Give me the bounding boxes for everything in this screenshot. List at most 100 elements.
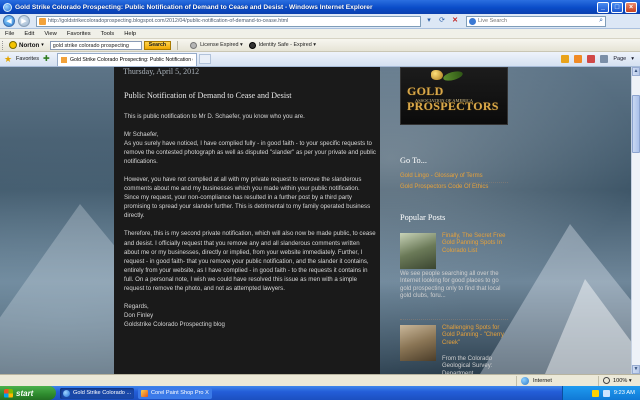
menu-help[interactable]: Help [119,31,141,37]
gold-nugget-icon [431,70,443,80]
toolbar-grip[interactable] [2,40,5,50]
post-paragraph: Regards, Don Finley Goldstrike Colorado … [124,302,225,328]
popular-posts-heading: Popular Posts [400,213,446,222]
chevron-down-icon[interactable]: ▾ [41,42,44,48]
zoom-control[interactable]: 100% ▾ [598,375,640,386]
page-menu-chevron-icon[interactable]: ▾ [631,56,634,62]
taskbar-item-ie[interactable]: Gold Strike Colorado ... [60,387,134,399]
license-label: License Expired [200,42,239,48]
zone-label: Internet [533,377,552,384]
minimize-button[interactable]: _ [597,1,609,13]
live-search-box[interactable]: ⌕ [466,15,606,27]
link-gold-lingo[interactable]: Gold Lingo - Glossary of Terms [400,173,483,179]
clock[interactable]: 9:23 AM [614,390,635,396]
post-paragraph: Mr Schaefer, As you surely have noticed,… [124,131,376,166]
address-url[interactable]: http://goldstrikecoloradoprospecting.blo… [48,18,288,24]
popular-post-excerpt: We see people searching all over the Int… [400,271,501,300]
post-paragraph: However, you have not complied at all wi… [124,176,371,220]
window-titlebar: Gold Strike Colorado Prospecting: Public… [0,0,640,14]
maximize-button[interactable]: □ [611,1,623,13]
popular-post-title[interactable]: Finally, The Secret Free Gold Panning Sp… [442,233,508,255]
live-search-input[interactable] [478,18,588,24]
menu-view[interactable]: View [39,31,61,37]
scroll-thumb[interactable] [632,95,640,153]
taskbar-item-label: Corel Paint Shop Pro X [151,390,209,396]
license-icon [190,41,198,49]
mail-icon[interactable] [587,55,596,63]
paint-shop-icon [141,389,148,397]
browser-tab[interactable]: Gold Strike Colorado Prospecting: Public… [57,52,198,66]
window-controls: _ □ × [597,1,637,13]
menu-file[interactable]: File [0,31,19,37]
back-button[interactable]: ◀ [3,15,15,27]
link-code-of-ethics[interactable]: Gold Prospectors Code Of Ethics [400,184,488,190]
taskbar-item-paintshop[interactable]: Corel Paint Shop Pro X [138,387,212,399]
start-label: start [16,388,34,398]
leaf-icon [442,69,464,83]
refresh-icon[interactable]: ⟳ [437,16,447,26]
stop-icon[interactable]: ✕ [450,16,460,26]
norton-toolbar: Norton ▾ gold strike colorado prospectin… [0,39,640,52]
windows-taskbar: start Gold Strike Colorado ... Corel Pai… [0,386,640,400]
forward-button[interactable]: ▶ [18,15,30,27]
print-icon[interactable] [600,55,609,63]
post-thumbnail[interactable] [400,325,436,361]
blog-post: Thursday, April 5, 2012 Public Notificat… [114,67,380,374]
close-button[interactable]: × [625,1,637,13]
norton-brand[interactable]: Norton [9,41,39,49]
window-title: Gold Strike Colorado Prospecting: Public… [15,3,373,11]
popular-post-excerpt: From the Colorado Geological Survey: Dep… [442,356,493,374]
post-title[interactable]: Public Notification of Demand to Cease a… [124,91,292,100]
page-scrollbar[interactable]: ▲ ▼ [631,67,640,374]
scroll-up-arrow-icon[interactable]: ▲ [632,67,640,76]
zoom-level: 100% [613,377,628,384]
divider [400,182,508,183]
dropdown-arrow-icon[interactable]: ▾ [424,16,434,26]
blog-sidebar: GOLD PROSPECTORS ASSOCIATION OF AMERICA … [386,67,516,374]
system-tray: 9:23 AM [562,386,640,400]
favorites-star-icon[interactable]: ★ [4,54,13,64]
scroll-down-arrow-icon[interactable]: ▼ [632,365,640,374]
norton-search-input[interactable]: gold strike colorado prospecting [49,40,142,50]
identity-safe-icon [248,41,256,49]
favorites-bar: ★ Favorites ✚ Gold Strike Colorado Prosp… [0,52,640,67]
menu-tools[interactable]: Tools [96,31,120,37]
norton-icon [9,41,17,49]
norton-search-button[interactable]: Search [143,40,172,50]
popular-post-title[interactable]: Challenging Spots for Gold Panning - "Ch… [442,325,508,347]
security-zone: Internet [516,375,598,386]
network-tray-icon[interactable] [602,389,610,397]
page-icon [39,17,46,25]
menu-edit[interactable]: Edit [19,31,39,37]
new-tab-button[interactable] [199,54,212,64]
post-thumbnail[interactable] [400,233,436,269]
favorites-button[interactable]: Favorites [16,56,39,62]
identity-safe-item[interactable]: Identity Safe - Expired ▾ [248,41,316,49]
status-bar: Internet 100% ▾ [0,374,640,386]
tab-page-icon [61,56,68,63]
toolbar-divider [177,40,179,50]
address-bar[interactable]: http://goldstrikecoloradoprospecting.blo… [36,15,421,27]
taskbar-item-label: Gold Strike Colorado ... [73,390,132,396]
norton-tray-icon[interactable] [591,389,599,397]
post-body: This is public notification to Mr D. Sch… [124,112,376,338]
logo-subtitle: ASSOCIATION OF AMERICA [415,98,474,103]
start-button[interactable]: start [0,386,56,400]
search-go-icon[interactable]: ⌕ [599,17,603,25]
menu-favorites[interactable]: Favorites [62,31,96,37]
page-menu[interactable]: Page [613,56,626,62]
add-favorite-icon[interactable]: ✚ [43,55,51,63]
tab-title: Gold Strike Colorado Prospecting: Public… [70,56,194,63]
address-tools: ▾ ⟳ ✕ [424,16,460,26]
norton-label: Norton [19,41,40,49]
feeds-icon[interactable] [574,55,583,63]
home-icon[interactable] [561,55,570,63]
zoom-icon [603,377,610,384]
web-page: Thursday, April 5, 2012 Public Notificat… [0,67,631,374]
globe-icon [521,376,529,385]
gold-prospectors-logo[interactable]: GOLD PROSPECTORS ASSOCIATION OF AMERICA [400,67,508,125]
address-row: ◀ ▶ http://goldstrikecoloradoprospecting… [0,14,640,29]
license-expired-item[interactable]: License Expired ▾ [190,41,243,49]
ie-icon [63,389,70,397]
windows-logo-icon [4,388,13,398]
